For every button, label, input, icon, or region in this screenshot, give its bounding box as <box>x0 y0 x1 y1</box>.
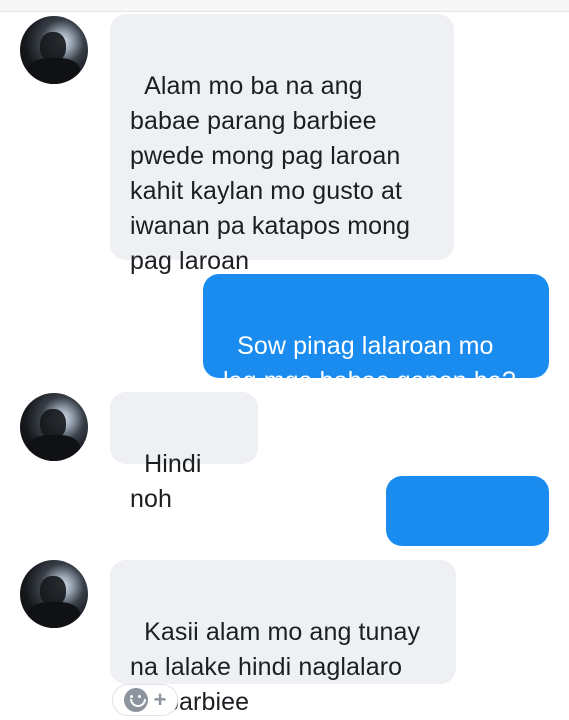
message-text: Hindi noh <box>130 450 209 513</box>
outgoing-message[interactable]: Sow pinag lalaroan mo lag mga babae gano… <box>203 274 549 395</box>
add-reaction-button[interactable]: + <box>112 684 178 716</box>
incoming-message[interactable]: Alam mo ba na ang babae parang barbiee p… <box>110 14 454 275</box>
outgoing-message[interactable]: Weeehhhh <box>386 476 549 597</box>
smiley-icon <box>123 688 148 712</box>
incoming-message[interactable]: Kasii alam mo ang tunay na lalake hindi … <box>110 560 456 716</box>
contact-avatar[interactable] <box>20 16 88 84</box>
plus-icon: + <box>153 687 167 712</box>
incoming-message[interactable]: Hindi noh <box>110 392 258 513</box>
contact-avatar[interactable] <box>20 393 88 461</box>
message-text: Alam mo ba na ang babae parang barbiee p… <box>130 72 411 275</box>
contact-avatar[interactable] <box>20 560 88 628</box>
message-text: Sow pinag lalaroan mo lag mga babae gano… <box>223 332 516 395</box>
top-divider <box>0 0 569 12</box>
